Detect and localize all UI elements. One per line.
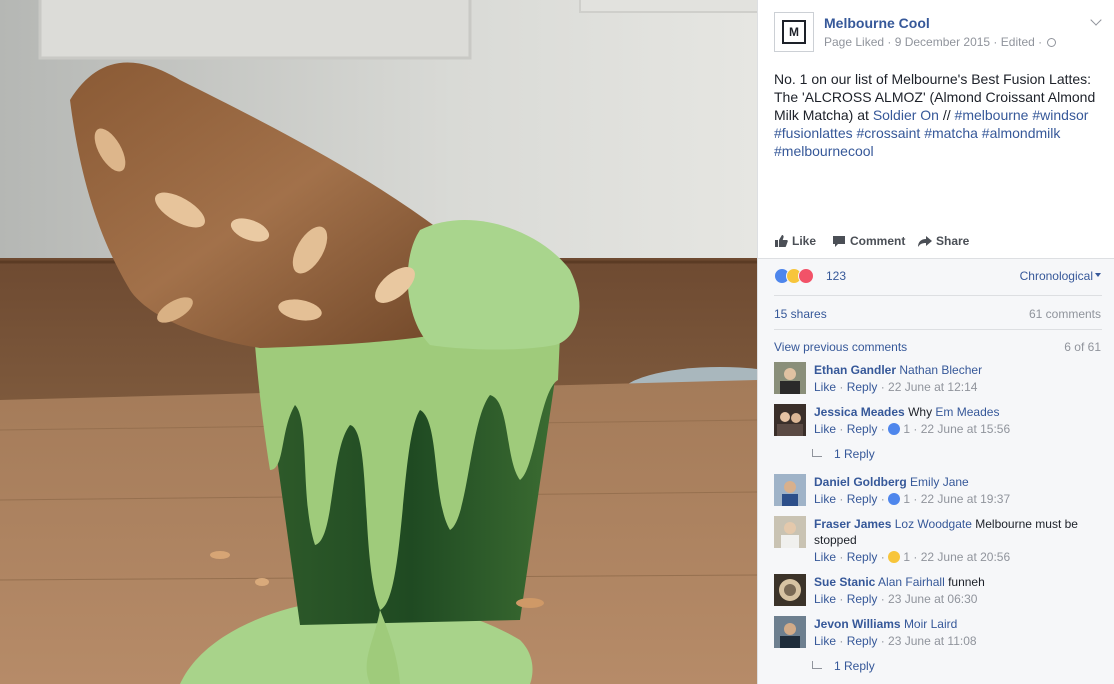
comment-reaction-count[interactable]: 1 <box>903 550 910 564</box>
tagged-user[interactable]: Nathan Blecher <box>899 363 982 377</box>
thumbs-up-icon <box>775 235 788 247</box>
comment-reply-link[interactable]: Reply <box>847 492 878 506</box>
comment-time[interactable]: 22 June at 19:37 <box>921 492 1010 506</box>
share-icon <box>918 236 932 247</box>
reply-arrow-icon <box>812 449 822 457</box>
view-previous-comments-link[interactable]: View previous comments <box>774 340 907 354</box>
comment-author[interactable]: Ethan Gandler <box>814 363 896 377</box>
like-reaction-icon <box>888 493 901 505</box>
comment-time[interactable]: 22 June at 20:56 <box>921 550 1010 564</box>
replies-label: 1 Reply <box>834 447 875 461</box>
page-name-link[interactable]: Melbourne Cool <box>824 15 930 31</box>
tagged-user[interactable]: Em Meades <box>935 405 999 419</box>
comment-reply-link[interactable]: Reply <box>847 634 878 648</box>
comment-reply-link[interactable]: Reply <box>847 422 878 436</box>
comment-author[interactable]: Jessica Meades <box>814 405 905 419</box>
comment-text-pre: Why <box>908 405 936 419</box>
comment-text: funneh <box>944 575 985 589</box>
share-button[interactable]: Share <box>918 233 969 249</box>
comment-reply-link[interactable]: Reply <box>847 592 878 606</box>
view-replies-link[interactable]: 1 Reply <box>812 447 875 461</box>
view-replies-link[interactable]: 1 Reply <box>812 659 875 673</box>
comment-reaction-count[interactable]: 1 <box>903 492 910 506</box>
comment-author[interactable]: Sue Stanic <box>814 575 875 589</box>
comment-time[interactable]: 23 June at 11:08 <box>888 634 977 648</box>
comment-like-link[interactable]: Like <box>814 634 836 648</box>
tagged-user[interactable]: Alan Fairhall <box>878 575 945 589</box>
love-reaction-icon <box>798 268 814 284</box>
shares-link[interactable]: 15 shares <box>774 307 827 321</box>
comment-icon <box>833 236 845 247</box>
avatar[interactable] <box>774 404 806 436</box>
post-meta: Page Liked · 9 December 2015 · Edited · <box>824 35 1057 49</box>
comment-reply-link[interactable]: Reply <box>847 380 878 394</box>
divider <box>774 295 1102 296</box>
post-photo[interactable] <box>0 0 757 684</box>
like-reaction-icon <box>888 423 901 435</box>
page-logo-icon: M <box>782 20 806 44</box>
sort-label: Chronological <box>1019 269 1093 283</box>
comment-like-link[interactable]: Like <box>814 380 836 394</box>
sort-dropdown[interactable]: Chronological <box>1020 269 1101 283</box>
post-text: No. 1 on our list of Melbourne's Best Fu… <box>774 70 1106 160</box>
comments-count: 61 comments <box>1028 307 1101 321</box>
haha-reaction-icon <box>888 551 901 563</box>
reply-arrow-icon <box>812 661 822 669</box>
reactions-count: 123 <box>826 269 847 283</box>
caret-down-icon <box>1095 273 1101 277</box>
comment-page-count: 6 of 61 <box>1064 340 1101 354</box>
comment-author[interactable]: Daniel Goldberg <box>814 475 907 489</box>
divider <box>774 329 1102 330</box>
post-text-part-2: // <box>938 107 955 123</box>
comment-like-link[interactable]: Like <box>814 550 836 564</box>
comment-like-link[interactable]: Like <box>814 422 836 436</box>
comment-label: Comment <box>850 234 906 248</box>
post-sidebar: M Melbourne Cool Page Liked · 9 December… <box>757 0 1114 684</box>
chevron-down-icon[interactable] <box>1090 14 1102 26</box>
page-avatar[interactable]: M <box>774 12 814 52</box>
avatar[interactable] <box>774 362 806 394</box>
comment-time[interactable]: 22 June at 12:14 <box>888 380 977 394</box>
share-label: Share <box>936 234 970 248</box>
comment-like-link[interactable]: Like <box>814 592 836 606</box>
place-link[interactable]: Soldier On <box>873 107 939 123</box>
avatar[interactable] <box>774 574 806 606</box>
avatar[interactable] <box>774 516 806 548</box>
comment-reaction-count[interactable]: 1 <box>903 422 910 436</box>
replies-label: 1 Reply <box>834 659 875 673</box>
like-label: Like <box>792 234 817 248</box>
comment-time[interactable]: 22 June at 15:56 <box>921 422 1010 436</box>
avatar[interactable] <box>774 616 806 648</box>
comment-time[interactable]: 23 June at 06:30 <box>888 592 977 606</box>
comment-reply-link[interactable]: Reply <box>847 550 878 564</box>
tagged-user[interactable]: Moir Laird <box>904 617 957 631</box>
comment-button[interactable]: Comment <box>832 233 905 249</box>
comment-author[interactable]: Fraser James <box>814 517 891 531</box>
like-button[interactable]: Like <box>774 233 816 249</box>
tagged-user[interactable]: Emily Jane <box>910 475 969 489</box>
avatar[interactable] <box>774 474 806 506</box>
matcha-latte-croissant-photo <box>0 0 757 684</box>
post-meta-text: Page Liked · 9 December 2015 · Edited · <box>824 35 1043 49</box>
comment-like-link[interactable]: Like <box>814 492 836 506</box>
comment-author[interactable]: Jevon Williams <box>814 617 901 631</box>
tagged-user[interactable]: Loz Woodgate <box>895 517 972 531</box>
globe-icon <box>1047 38 1057 47</box>
post-actions: Like Comment Share <box>774 233 1104 251</box>
